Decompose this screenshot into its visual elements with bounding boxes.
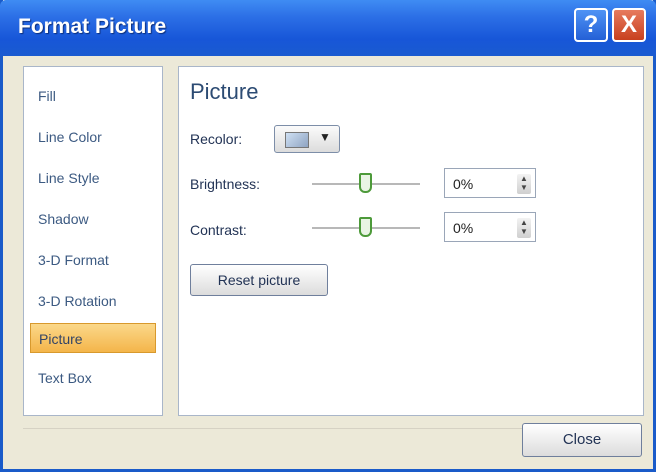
contrast-label: Contrast: [190, 222, 247, 238]
contrast-slider-thumb[interactable] [359, 217, 372, 237]
section-title: Picture [190, 79, 259, 104]
recolor-label: Recolor: [190, 131, 243, 147]
recolor-dropdown[interactable]: ▼ [274, 125, 340, 153]
dialog-body: Fill Line Color Line Style Shadow 3-D Fo… [3, 56, 653, 469]
chevron-down-icon: ▼ [319, 130, 331, 144]
contrast-value: 0% [453, 220, 474, 236]
format-picture-dialog: Format Picture ? X Fill Line Color Line … [0, 0, 656, 472]
nav-item-fill[interactable]: Fill [30, 81, 156, 111]
category-list: Fill Line Color Line Style Shadow 3-D Fo… [23, 66, 163, 416]
dialog-title: Format Picture [18, 15, 167, 38]
brightness-value: 0% [453, 176, 474, 192]
recolor-picture-icon [285, 132, 309, 148]
nav-item-text-box[interactable]: Text Box [30, 363, 156, 393]
spinner-arrows-icon[interactable]: ▲ ▼ [517, 174, 531, 194]
nav-item-3d-format[interactable]: 3-D Format [30, 245, 156, 275]
nav-item-shadow[interactable]: Shadow [30, 204, 156, 234]
nav-item-line-color[interactable]: Line Color [30, 122, 156, 152]
brightness-spinner[interactable]: 0% ▲ ▼ [444, 168, 536, 198]
close-button[interactable]: Close [522, 423, 642, 457]
title-bar[interactable]: Format Picture ? X [0, 0, 656, 56]
footer-divider [23, 428, 523, 429]
nav-item-line-style[interactable]: Line Style [30, 163, 156, 193]
spinner-arrows-icon[interactable]: ▲ ▼ [517, 218, 531, 238]
nav-item-picture[interactable]: Picture [30, 323, 156, 353]
contrast-spinner[interactable]: 0% ▲ ▼ [444, 212, 536, 242]
help-button[interactable]: ? [574, 8, 608, 42]
brightness-label: Brightness: [190, 176, 261, 192]
reset-picture-button[interactable]: Reset picture [190, 264, 328, 296]
close-window-button[interactable]: X [612, 8, 646, 42]
picture-options-panel: Picture Recolor: ▼ Brightness: 0% ▲ ▼ Con… [178, 66, 644, 416]
nav-item-3d-rotation[interactable]: 3-D Rotation [30, 286, 156, 316]
brightness-slider-thumb[interactable] [359, 173, 372, 193]
